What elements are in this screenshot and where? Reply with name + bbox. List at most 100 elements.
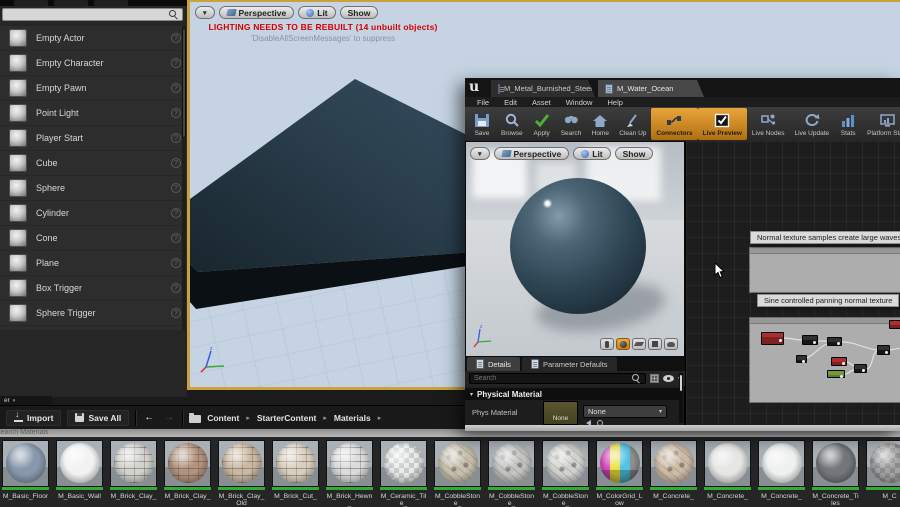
asset-tile-m-brick-hewn-[interactable]: M_Brick_Hewn_ [326, 440, 373, 507]
details-search-box[interactable] [469, 373, 646, 384]
asset-name: M_Basic_Wall [56, 493, 103, 507]
material-sphere [276, 443, 316, 483]
asset-tile-m-colorgrid-low[interactable]: M_ColorGrid_Low [596, 440, 643, 507]
place-actors-search-input[interactable] [3, 10, 169, 19]
preview-shape-cylinder-button[interactable] [600, 338, 614, 350]
tab-m-water-ocean[interactable]: M_Water_Ocean [598, 80, 704, 97]
preview-options-dropdown[interactable]: ▾ [470, 147, 490, 160]
forward-button[interactable]: → [162, 412, 176, 423]
asset-tile-m-concrete-[interactable]: M_Concrete_ [650, 440, 697, 507]
clean-up-button[interactable]: Clean Up [614, 108, 651, 140]
platform-stats-button[interactable]: Platform Stats [862, 108, 900, 140]
grid-view-icon[interactable] [650, 374, 659, 383]
category-tab[interactable] [14, 0, 48, 6]
material-node-graph[interactable]: Normal texture samples create large wave… [685, 141, 900, 425]
browse-button[interactable]: Browse [496, 108, 528, 140]
preview-shape-teapot-button[interactable] [664, 338, 678, 350]
asset-tile-m-basic-wall[interactable]: M_Basic_Wall [56, 440, 103, 507]
save-button[interactable]: Save [468, 108, 496, 140]
back-button[interactable]: ← [142, 412, 156, 423]
import-button[interactable]: Import [6, 410, 61, 426]
tab-label: M_Water_Ocean [617, 84, 673, 93]
asset-tile-m-cobblestone-[interactable]: M_CobbleStone_ [488, 440, 535, 507]
place-actors-search[interactable] [2, 8, 183, 21]
place-actors-item-sphere[interactable]: Sphere? [0, 176, 187, 201]
asset-tile-m-brick-cut-[interactable]: M_Brick_Cut_ [272, 440, 319, 507]
search-button[interactable]: Search [556, 108, 587, 140]
live-nodes-button[interactable]: Live Nodes [747, 108, 790, 140]
home-button[interactable]: Home [586, 108, 614, 140]
category-tab[interactable] [94, 0, 128, 6]
place-actors-item-player-start[interactable]: Player Start? [0, 126, 187, 151]
menu-file[interactable]: File [477, 98, 489, 107]
live-preview-button[interactable]: Live Preview [698, 108, 747, 140]
viewport-show-button[interactable]: Show [340, 6, 379, 19]
actor-thumbnail [9, 54, 27, 72]
place-actors-item-empty-actor[interactable]: Empty Actor? [0, 26, 187, 51]
menu-edit[interactable]: Edit [504, 98, 517, 107]
preview-show-button[interactable]: Show [615, 147, 654, 160]
viewport-lit-button[interactable]: Lit [298, 6, 335, 19]
connectors-button[interactable]: Connectors [651, 108, 697, 140]
place-actors-item-plane[interactable]: Plane? [0, 251, 187, 276]
asset-tile-m-basic-floor[interactable]: M_Basic_Floor [2, 440, 49, 507]
asset-tile-m-brick-clay-[interactable]: M_Brick_Clay_ [110, 440, 157, 507]
phys-material-dropdown[interactable]: None ▾ [583, 405, 667, 418]
chevron-down-icon: ▾ [659, 408, 662, 415]
place-actors-item-box-trigger[interactable]: Box Trigger? [0, 276, 187, 301]
breadcrumb-item-content[interactable]: Content [207, 413, 239, 423]
content-browser-tab-remnant[interactable]: er ▾ [0, 396, 52, 405]
place-actors-item-point-light[interactable]: Point Light? [0, 101, 187, 126]
asset-tile-m-brick-clay-[interactable]: M_Brick_Clay_ [164, 440, 211, 507]
material-editor-titlebar[interactable]: u M_Metal_Burnished_Steel M_Water_Ocean [465, 78, 900, 97]
preview-perspective-button[interactable]: Perspective [494, 147, 570, 160]
phys-material-row: Phys Material None None ▾ [465, 400, 679, 425]
category-tab[interactable] [54, 0, 88, 6]
place-actors-item-empty-character[interactable]: Empty Character? [0, 51, 187, 76]
menu-window[interactable]: Window [566, 98, 593, 107]
viewport-options-dropdown[interactable]: ▾ [195, 6, 215, 19]
place-actors-item-empty-pawn[interactable]: Empty Pawn? [0, 76, 187, 101]
tab-m-metal-burnished-steel[interactable]: M_Metal_Burnished_Steel [491, 80, 595, 97]
save-all-button[interactable]: Save All [67, 410, 129, 426]
physical-material-section-header[interactable]: ▾ Physical Material [465, 388, 679, 400]
details-scrollbar[interactable] [679, 373, 683, 423]
asset-tile-m-concrete-[interactable]: M_Concrete_ [704, 440, 751, 507]
place-actors-item-cube[interactable]: Cube? [0, 151, 187, 176]
apply-button[interactable]: Apply [528, 108, 556, 140]
scrollbar-thumb[interactable] [182, 28, 186, 138]
toolbar-button-label: Apply [534, 130, 550, 137]
asset-tile-m-cobblestone-[interactable]: M_CobbleStone_ [542, 440, 589, 507]
asset-tile-m-brick-clay-old[interactable]: M_Brick_Clay_Old [218, 440, 265, 507]
preview-shape-sphere-button[interactable] [616, 338, 630, 350]
place-actors-item-sphere-trigger[interactable]: Sphere Trigger? [0, 301, 187, 326]
preview-shape-plane-button[interactable] [632, 338, 646, 350]
place-actors-scrollbar[interactable] [182, 26, 186, 330]
place-actors-item-cone[interactable]: Cone? [0, 226, 187, 251]
actor-thumbnail [9, 104, 27, 122]
breadcrumb-item-startercontent[interactable]: StarterContent [257, 413, 317, 423]
material-preview-viewport[interactable]: ▾ Perspective Lit Show z [465, 141, 685, 357]
asset-tile-m-c[interactable]: M_C [866, 440, 900, 507]
asset-tile-m-concrete-[interactable]: M_Concrete_ [758, 440, 805, 507]
live-update-button[interactable]: Live Update [789, 108, 834, 140]
tab-parameter-defaults[interactable]: Parameter Defaults [522, 357, 617, 371]
preview-shape-cube-button[interactable] [648, 338, 662, 350]
tab-details[interactable]: Details [467, 357, 520, 371]
scrollbar-thumb[interactable] [679, 374, 683, 392]
stats-button[interactable]: Stats [834, 108, 862, 140]
breadcrumb-item-materials[interactable]: Materials [334, 413, 371, 423]
details-search-input[interactable] [470, 375, 632, 382]
asset-tile-m-concrete-tiles[interactable]: M_Concrete_Tiles [812, 440, 859, 507]
asset-tile-m-cobblestone-[interactable]: M_CobbleStone_ [434, 440, 481, 507]
phys-material-thumbnail[interactable]: None [543, 401, 578, 425]
search-assets-placeholder: Search Materials [0, 429, 49, 436]
asset-tile-m-ceramic-tile-[interactable]: M_Ceramic_Tile_ [380, 440, 427, 507]
asset-name: M_Brick_Clay_Old [218, 493, 265, 507]
menu-asset[interactable]: Asset [532, 98, 551, 107]
place-actors-item-cylinder[interactable]: Cylinder? [0, 201, 187, 226]
viewport-perspective-button[interactable]: Perspective [219, 6, 295, 19]
preview-lit-button[interactable]: Lit [573, 147, 610, 160]
menu-help[interactable]: Help [607, 98, 622, 107]
visibility-filter-icon[interactable] [663, 375, 674, 382]
